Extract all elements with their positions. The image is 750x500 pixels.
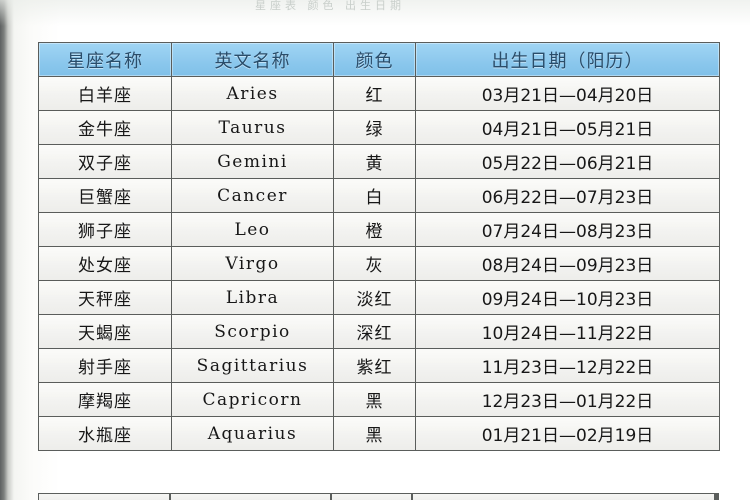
cell-zodiac-name: 射手座 — [39, 349, 171, 382]
clipped-next-row — [38, 493, 719, 500]
cell-color-name: 黑 — [334, 417, 415, 450]
cell-color-name: 深红 — [334, 315, 415, 348]
cell-zodiac-name: 巨蟹座 — [39, 179, 171, 212]
column-header-color: 颜色 — [334, 43, 415, 76]
table-row: 狮子座 Leo 橙 07月24日—08月23日 — [39, 213, 719, 246]
cell-birth-date: 07月24日—08月23日 — [416, 213, 719, 246]
cell-english-name: Leo — [172, 213, 333, 246]
cell-english-name: Virgo — [172, 247, 333, 280]
cell-english-name: Aries — [172, 77, 333, 110]
cell-color-name: 橙 — [334, 213, 415, 246]
table-row: 巨蟹座 Cancer 白 06月22日—07月23日 — [39, 179, 719, 212]
cell-birth-date: 01月21日—02月19日 — [416, 417, 719, 450]
cell-english-name: Libra — [172, 281, 333, 314]
cell-zodiac-name: 天秤座 — [39, 281, 171, 314]
table-row: 天蝎座 Scorpio 深红 10月24日—11月22日 — [39, 315, 719, 348]
column-header-zodiac-name: 星座名称 — [39, 43, 171, 76]
cell-zodiac-name: 金牛座 — [39, 111, 171, 144]
table-row: 摩羯座 Capricorn 黑 12月23日—01月22日 — [39, 383, 719, 416]
cell-english-name: Cancer — [172, 179, 333, 212]
cell-color-name: 黄 — [334, 145, 415, 178]
table-row: 处女座 Virgo 灰 08月24日—09月23日 — [39, 247, 719, 280]
cell-birth-date: 12月23日—01月22日 — [416, 383, 719, 416]
cell-birth-date: 05月22日—06月21日 — [416, 145, 719, 178]
cell-color-name: 绿 — [334, 111, 415, 144]
cell-zodiac-name: 天蝎座 — [39, 315, 171, 348]
cell-zodiac-name: 双子座 — [39, 145, 171, 178]
cell-zodiac-name: 摩羯座 — [39, 383, 171, 416]
cell-birth-date: 09月24日—10月23日 — [416, 281, 719, 314]
cell-zodiac-name: 白羊座 — [39, 77, 171, 110]
table-row: 射手座 Sagittarius 紫红 11月23日—12月22日 — [39, 349, 719, 382]
cell-english-name: Gemini — [172, 145, 333, 178]
cell-color-name: 黑 — [334, 383, 415, 416]
cell-color-name: 白 — [334, 179, 415, 212]
table-header: 星座名称 英文名称 颜色 出生日期（阳历） — [39, 43, 719, 76]
column-header-english-name: 英文名称 — [172, 43, 333, 76]
cell-zodiac-name: 狮子座 — [39, 213, 171, 246]
cell-color-name: 淡红 — [334, 281, 415, 314]
table-body: 白羊座 Aries 红 03月21日—04月20日 金牛座 Taurus 绿 04月21日—0… — [39, 77, 719, 450]
table-row: 天秤座 Libra 淡红 09月24日—10月23日 — [39, 281, 719, 314]
cell-english-name: Scorpio — [172, 315, 333, 348]
cell-birth-date: 06月22日—07月23日 — [416, 179, 719, 212]
cell-english-name: Aquarius — [172, 417, 333, 450]
cell-birth-date: 08月24日—09月23日 — [416, 247, 719, 280]
table-row: 双子座 Gemini 黄 05月22日—06月21日 — [39, 145, 719, 178]
table-row: 白羊座 Aries 红 03月21日—04月20日 — [39, 77, 719, 110]
table-row: 金牛座 Taurus 绿 04月21日—05月21日 — [39, 111, 719, 144]
cell-zodiac-name: 处女座 — [39, 247, 171, 280]
cell-english-name: Taurus — [172, 111, 333, 144]
clipped-header-text: 星座表 颜色 出生日期 — [255, 0, 405, 12]
cell-color-name: 红 — [334, 77, 415, 110]
cell-english-name: Sagittarius — [172, 349, 333, 382]
column-header-birth-date: 出生日期（阳历） — [416, 43, 719, 76]
zodiac-table: 星座名称 英文名称 颜色 出生日期（阳历） 白羊座 Aries 红 03月21日—04… — [38, 42, 720, 451]
cell-english-name: Capricorn — [172, 383, 333, 416]
cell-color-name: 紫红 — [334, 349, 415, 382]
zodiac-table-container: 星座名称 英文名称 颜色 出生日期（阳历） 白羊座 Aries 红 03月21日—04… — [38, 42, 720, 451]
table-row: 水瓶座 Aquarius 黑 01月21日—02月19日 — [39, 417, 719, 450]
table-header-row: 星座名称 英文名称 颜色 出生日期（阳历） — [39, 43, 719, 76]
cell-zodiac-name: 水瓶座 — [39, 417, 171, 450]
cell-birth-date: 10月24日—11月22日 — [416, 315, 719, 348]
cell-birth-date: 04月21日—05月21日 — [416, 111, 719, 144]
cell-color-name: 灰 — [334, 247, 415, 280]
cell-birth-date: 03月21日—04月20日 — [416, 77, 719, 110]
cell-birth-date: 11月23日—12月22日 — [416, 349, 719, 382]
